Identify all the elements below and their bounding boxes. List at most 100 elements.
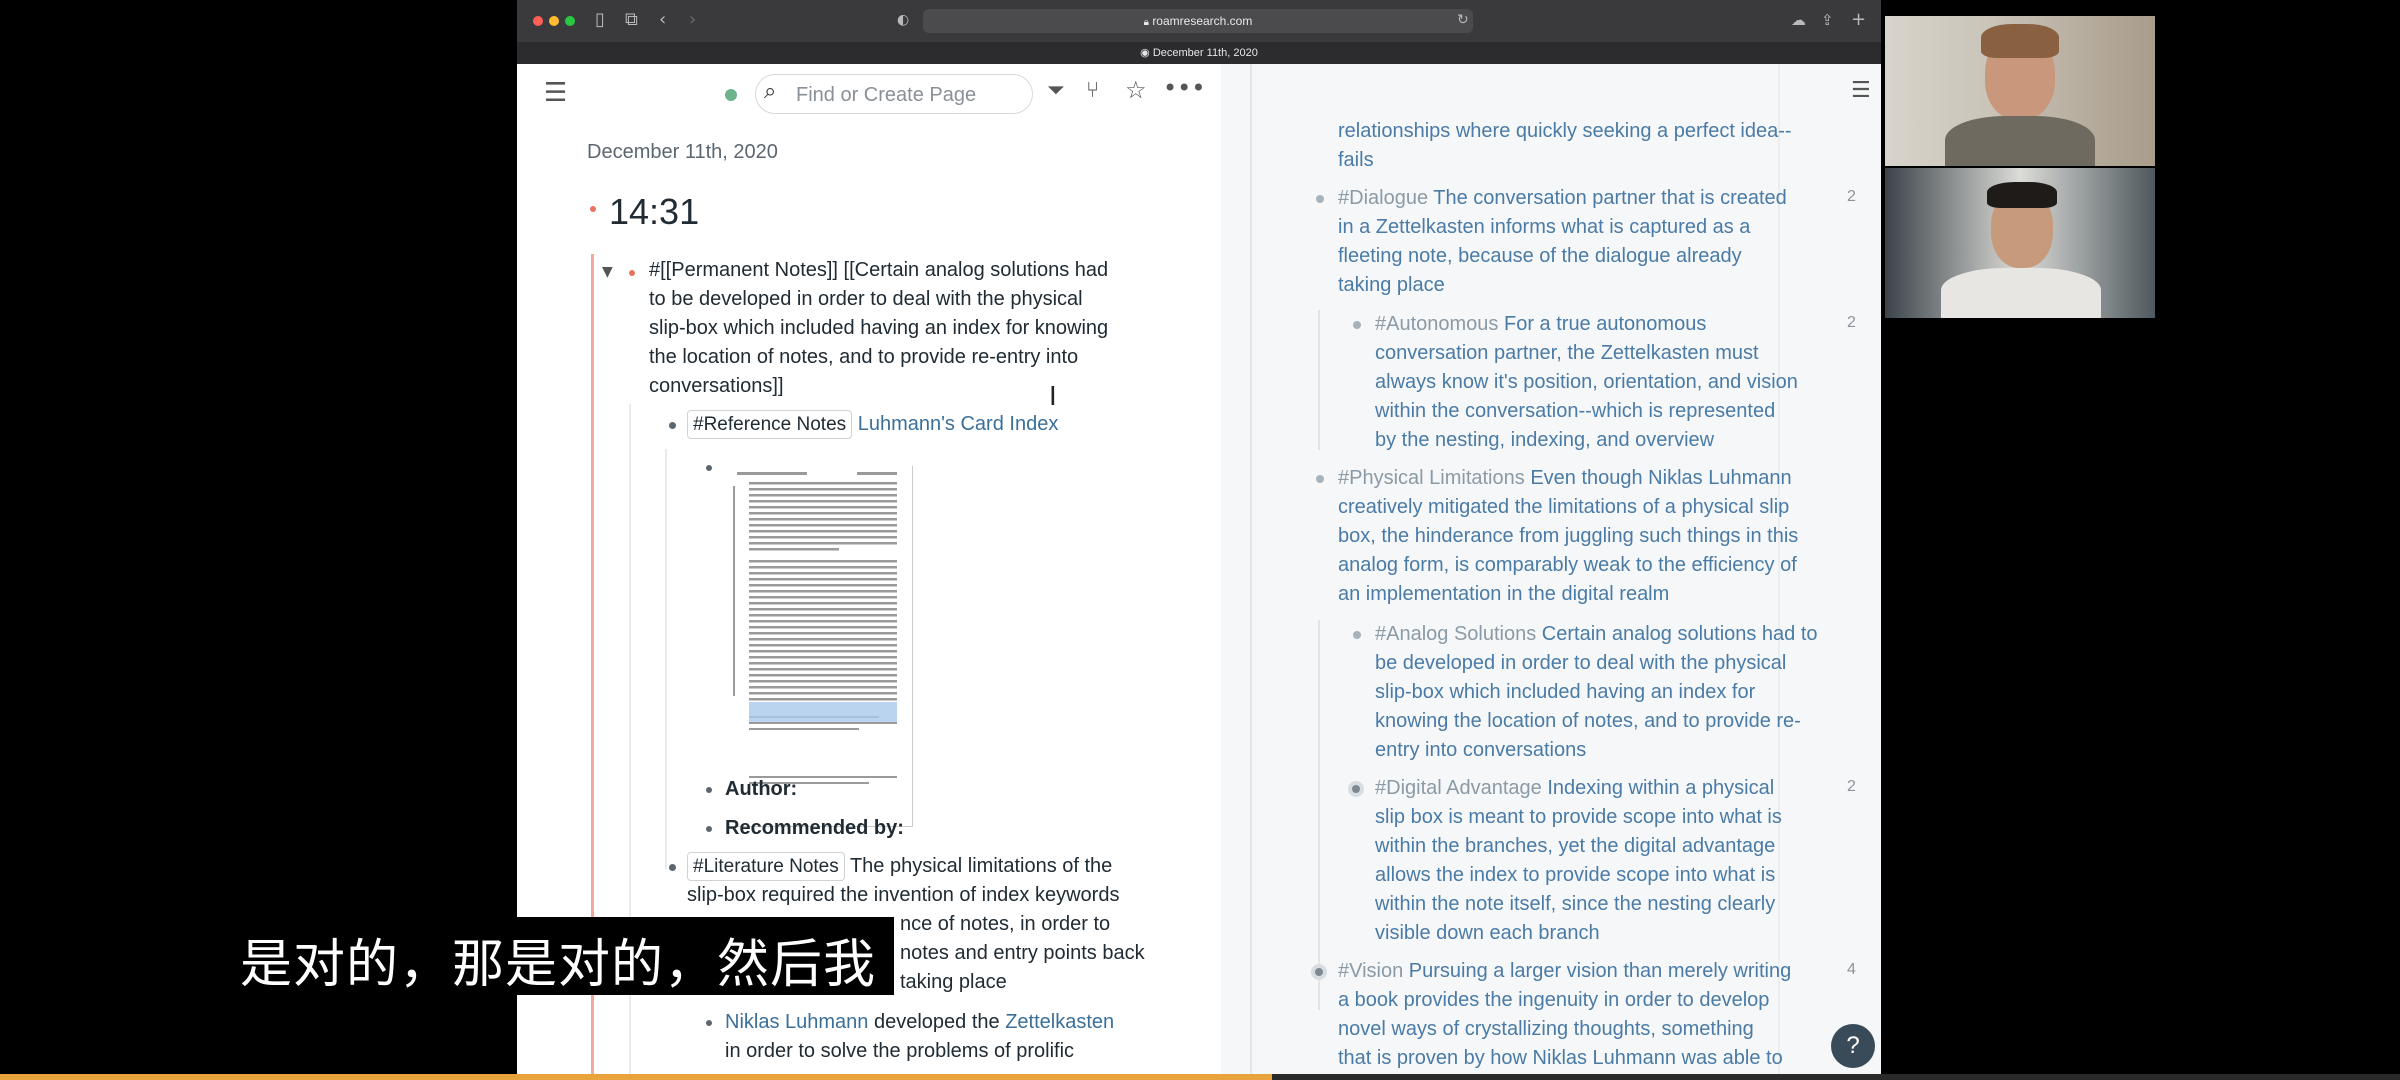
- share-icon[interactable]: ⇪: [1821, 11, 1834, 29]
- block-bullet[interactable]: [590, 206, 596, 212]
- physical-limitations-tag[interactable]: #Physical Limitations: [1338, 467, 1525, 489]
- help-button[interactable]: ?: [1831, 1024, 1875, 1068]
- block-bullet[interactable]: [669, 864, 676, 871]
- dialogue-line-1[interactable]: #Dialogue The conversation partner that …: [1338, 184, 1787, 213]
- reference-text-line: creatively mitigated the limitations of …: [1338, 496, 1790, 518]
- filter-icon[interactable]: ⏷: [1047, 78, 1065, 103]
- luhmann-line: in order to solve the problems of prolif…: [725, 1040, 1075, 1062]
- reference-count[interactable]: 4: [1847, 961, 1856, 979]
- block-bullet[interactable]: [706, 787, 712, 793]
- address-bar[interactable]: 🔒︎ roamresearch.com: [923, 9, 1473, 33]
- block-bullet[interactable]: [669, 422, 676, 429]
- permanent-note-line: slip-box which included having an index …: [649, 317, 1109, 339]
- vision-line-1[interactable]: #Vision Pursuing a larger vision than me…: [1338, 957, 1791, 986]
- analog-solutions-line-1[interactable]: #Analog Solutions Certain analog solutio…: [1375, 620, 1818, 649]
- luhmann-block[interactable]: Niklas Luhmann developed the Zettelkaste…: [725, 1008, 1114, 1037]
- tab-title: December 11th, 2020: [1152, 47, 1258, 59]
- digital-advantage-line-1[interactable]: #Digital Advantage Indexing within a phy…: [1375, 774, 1774, 803]
- zoom-window-button[interactable]: [565, 16, 575, 26]
- block-bullet[interactable]: [1316, 475, 1324, 483]
- star-icon[interactable]: ☆: [1125, 76, 1147, 104]
- reference-text-line: taking place: [1338, 274, 1445, 296]
- block-bullet[interactable]: [706, 465, 712, 471]
- time-heading[interactable]: 14:31: [609, 190, 699, 234]
- reload-icon[interactable]: ↻: [1457, 12, 1469, 28]
- scanned-text-graphic: [733, 472, 897, 784]
- nesting-line: [1318, 620, 1320, 1010]
- video-progress-bar[interactable]: [0, 1074, 2400, 1080]
- reference-count[interactable]: 2: [1847, 778, 1856, 796]
- permanent-note-line-1[interactable]: #[[Permanent Notes]] [[Certain analog so…: [649, 256, 1108, 285]
- block-bullet[interactable]: [1353, 631, 1361, 639]
- linked-references: relationships where quickly seeking a pe…: [1221, 64, 1881, 1080]
- literature-line: nce of notes, in order to: [900, 913, 1111, 935]
- collapsed-block-bullet[interactable]: [1311, 964, 1327, 980]
- graph-icon[interactable]: ⑂: [1086, 78, 1099, 103]
- close-window-button[interactable]: [533, 16, 543, 26]
- author-label[interactable]: Author:: [725, 775, 797, 804]
- more-options-icon[interactable]: •••: [1163, 74, 1205, 102]
- block-bullet[interactable]: [1353, 321, 1361, 329]
- block-bullet[interactable]: [706, 826, 712, 832]
- address-text: roamresearch.com: [1152, 14, 1253, 28]
- block-bullet[interactable]: [1316, 195, 1324, 203]
- permanent-note-line: the location of notes, and to provide re…: [649, 346, 1079, 368]
- literature-first-line: The physical limitations of the: [849, 855, 1113, 877]
- literature-notes-tag[interactable]: #Literature Notes: [687, 852, 845, 881]
- dialogue-tag[interactable]: #Dialogue: [1338, 187, 1428, 209]
- literature-block[interactable]: #Literature Notes The physical limitatio…: [687, 852, 1112, 881]
- analog-solutions-tag[interactable]: #Analog Solutions: [1375, 623, 1536, 645]
- tab-overview-icon[interactable]: ⧉: [625, 9, 638, 30]
- collapsed-block-bullet[interactable]: [1348, 781, 1364, 797]
- reference-text-line: slip box is meant to provide scope into …: [1375, 806, 1782, 828]
- reference-text-line: fleeting note, because of the dialogue a…: [1338, 245, 1742, 267]
- block-bullet[interactable]: [706, 1020, 712, 1026]
- autonomous-tag[interactable]: #Autonomous: [1375, 313, 1498, 335]
- vision-text: Pursuing a larger vision than merely wri…: [1408, 960, 1792, 982]
- browser-titlebar: ▯ ⧉ ‹ › ◐ 🔒︎ roamresearch.com ↻ ☁ ⇪ +: [517, 0, 1881, 42]
- lock-icon: 🔒︎: [1143, 17, 1149, 28]
- permanent-note-line: to be developed in order to deal with th…: [649, 288, 1083, 310]
- reference-text-line: be developed in order to deal with the p…: [1375, 652, 1787, 674]
- vision-tag[interactable]: #Vision: [1338, 960, 1403, 982]
- forward-icon[interactable]: ›: [689, 9, 696, 30]
- card-index-link[interactable]: Luhmann's Card Index: [858, 413, 1059, 435]
- nesting-line: [665, 449, 667, 869]
- sidebar-toggle-icon[interactable]: ▯: [595, 9, 605, 30]
- autonomous-line-1[interactable]: #Autonomous For a true autonomous: [1375, 310, 1706, 339]
- digital-advantage-tag[interactable]: #Digital Advantage: [1375, 777, 1542, 799]
- reference-text-line: analog form, is comparably weak to the e…: [1338, 554, 1797, 576]
- niklas-luhmann-link[interactable]: Niklas Luhmann: [725, 1011, 868, 1033]
- video-subtitle: 是对的，那是对的，然后我: [240, 935, 877, 995]
- tab-bar[interactable]: ◉ December 11th, 2020: [517, 42, 1881, 64]
- menu-icon[interactable]: ☰: [544, 78, 567, 108]
- scanned-page-image[interactable]: [727, 466, 913, 827]
- reference-block[interactable]: #Reference Notes Luhmann's Card Index: [687, 410, 1058, 439]
- collapse-arrow-icon[interactable]: ▼: [602, 264, 613, 280]
- reference-text-line: box, the hinderance from juggling such t…: [1338, 525, 1799, 547]
- reference-text-line: an implementation in the digital realm: [1338, 583, 1670, 605]
- physical-limitations-line-1[interactable]: #Physical Limitations Even though Niklas…: [1338, 464, 1792, 493]
- reference-text-line: always know it's position, orientation, …: [1375, 371, 1798, 393]
- recommended-by-label[interactable]: Recommended by:: [725, 814, 904, 843]
- search-input[interactable]: ⌕ Find or Create Page: [755, 74, 1033, 114]
- tab-favicon-icon: ◉: [1140, 47, 1150, 59]
- block-bullet[interactable]: [629, 270, 635, 276]
- permanent-notes-tag[interactable]: #[[Permanent Notes]]: [649, 259, 838, 281]
- permanent-note-title[interactable]: [[Certain analog solutions had: [844, 259, 1109, 281]
- minimize-window-button[interactable]: [549, 16, 559, 26]
- page-date[interactable]: December 11th, 2020: [587, 138, 778, 167]
- back-icon[interactable]: ‹: [659, 9, 666, 30]
- privacy-shield-icon[interactable]: ◐: [897, 12, 909, 28]
- new-tab-icon[interactable]: +: [1851, 9, 1866, 30]
- physical-limitations-text: Even though Niklas Luhmann: [1530, 467, 1792, 489]
- nesting-line: [1318, 310, 1320, 450]
- reference-count[interactable]: 2: [1847, 314, 1856, 332]
- reference-text-line: fails: [1338, 149, 1374, 171]
- reference-count[interactable]: 2: [1847, 188, 1856, 206]
- participant-video-2: [1885, 168, 2155, 318]
- icloud-icon[interactable]: ☁: [1791, 11, 1806, 29]
- reference-text-line: relationships where quickly seeking a pe…: [1338, 120, 1792, 142]
- zettelkasten-link[interactable]: Zettelkasten: [1005, 1011, 1114, 1033]
- reference-notes-tag[interactable]: #Reference Notes: [687, 410, 853, 439]
